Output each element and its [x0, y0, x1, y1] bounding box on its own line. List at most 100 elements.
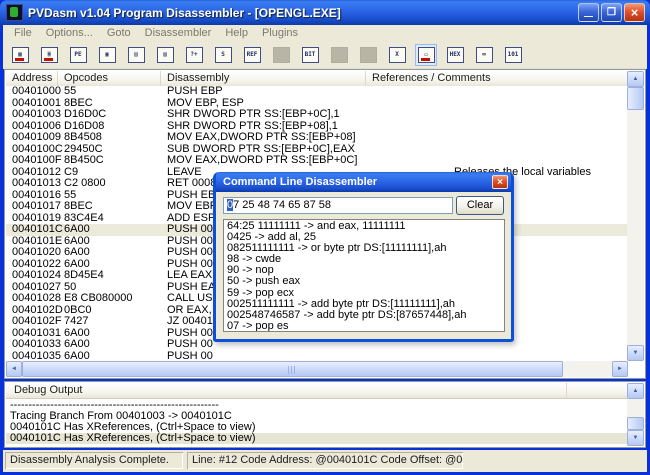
- calls-table-icon[interactable]: ▥: [154, 44, 176, 66]
- system-info-icon[interactable]: ▣: [96, 44, 118, 66]
- debug-scroll-down-icon[interactable]: ▼: [627, 430, 644, 446]
- pe-header-icon[interactable]: PE: [67, 44, 89, 66]
- disabled-tool-icon-2-glyph: [331, 47, 348, 63]
- asm-disassembly: PUSH EBP: [167, 86, 223, 98]
- asm-opcodes: 8BEC: [64, 201, 167, 213]
- listview-header: AddressOpcodesDisassemblyReferences / Co…: [6, 71, 627, 87]
- scroll-up-icon[interactable]: ▲: [627, 71, 644, 87]
- hscrollbar-thumb[interactable]: [22, 361, 563, 377]
- asm-opcodes: 6A00: [64, 339, 167, 351]
- asm-address: 00401000: [12, 86, 64, 98]
- cmd-output-line[interactable]: 50 -> push eax: [224, 276, 504, 287]
- asm-address: 00401013: [12, 178, 64, 190]
- hex-converter-icon[interactable]: HEX: [444, 44, 466, 66]
- toolbar: ▦ ≣ PE ▣ ▤ ▥ ?+ S REF BIT X ▭ HEX ∞ 101: [3, 41, 647, 69]
- calls-table-icon-glyph: ▥: [157, 47, 174, 63]
- debug-output-lines: ----------------------------------------…: [6, 400, 627, 446]
- thumb-grip: [288, 366, 297, 374]
- menu-item-plugins[interactable]: Plugins: [255, 27, 305, 39]
- asm-opcodes: 8B450C: [64, 155, 167, 167]
- disabled-tool-icon-3: [357, 44, 379, 66]
- disabled-tool-icon-1: [270, 44, 292, 66]
- asm-opcodes: 6A00: [64, 351, 167, 362]
- cmd-output-line[interactable]: 07 -> pop es: [224, 321, 504, 332]
- references-icon-glyph: REF: [244, 47, 261, 63]
- close-button[interactable]: ×: [624, 3, 645, 22]
- disassemble-icon[interactable]: ▦: [9, 44, 31, 66]
- app-window: PVDasm v1.04 Program Disassembler - [OPE…: [0, 0, 650, 475]
- asm-row[interactable]: 00401003D16D0CSHR DWORD PTR SS:[EBP+0C],…: [6, 109, 627, 121]
- scroll-down-icon[interactable]: ▼: [627, 345, 644, 361]
- references-icon[interactable]: REF: [241, 44, 263, 66]
- asm-opcodes: 8D45E4: [64, 270, 167, 282]
- calculator-icon[interactable]: 101: [502, 44, 524, 66]
- dialog-close-icon: ×: [497, 177, 503, 188]
- column-header-3[interactable]: References / Comments: [366, 71, 627, 86]
- asm-address: 00401033: [12, 339, 64, 351]
- title-bar[interactable]: PVDasm v1.04 Program Disassembler - [OPE…: [0, 0, 650, 25]
- asm-disassembly: PUSH 00: [167, 247, 213, 259]
- menu-item-help[interactable]: Help: [218, 27, 255, 39]
- asm-opcodes: 6A00: [64, 247, 167, 259]
- jumps-table-icon[interactable]: ▤: [125, 44, 147, 66]
- scrollbar-thumb[interactable]: [627, 87, 644, 110]
- disabled-tool-icon-3-glyph: [360, 47, 377, 63]
- scan-code-icon-glyph: ?+: [186, 47, 203, 63]
- xref-viewer-icon[interactable]: X: [386, 44, 408, 66]
- debug-scrollbar-thumb[interactable]: [627, 417, 644, 430]
- asm-row[interactable]: 0040100055PUSH EBP: [6, 86, 627, 98]
- column-header-1[interactable]: Opcodes: [58, 71, 161, 86]
- status-bar: Disassembly Analysis Complete. Line: #12…: [3, 450, 647, 472]
- close-icon: ×: [631, 6, 639, 19]
- asm-opcodes: E8 CB080000: [64, 293, 167, 305]
- menu-item-file[interactable]: File: [7, 27, 39, 39]
- scroll-right-icon[interactable]: ►: [612, 361, 628, 377]
- command-line-disassembler-icon[interactable]: ▭: [415, 44, 437, 66]
- asm-address: 0040102F: [12, 316, 64, 328]
- menu-item-options[interactable]: Options...: [39, 27, 100, 39]
- dialog-close-button[interactable]: ×: [492, 175, 508, 189]
- calculator-icon-glyph: 101: [505, 47, 522, 63]
- debug-line[interactable]: 0040101C Has XReferences, (Ctrl+Space to…: [6, 433, 627, 444]
- opcode-input[interactable]: 07 25 48 74 65 87 58: [223, 197, 453, 214]
- strings-window-icon[interactable]: S: [212, 44, 234, 66]
- debug-vertical-scrollbar[interactable]: ▲ ▼: [627, 383, 644, 446]
- search-icon[interactable]: ∞: [473, 44, 495, 66]
- command-line-disassembler-dialog: Command Line Disassembler × 07 25 48 74 …: [213, 172, 514, 342]
- disabled-tool-icon-2: [328, 44, 350, 66]
- maximize-button[interactable]: ❐: [601, 3, 622, 22]
- hex-editor-icon[interactable]: ≣: [38, 44, 60, 66]
- debug-scroll-up-icon[interactable]: ▲: [627, 383, 644, 399]
- menu-item-disassembler[interactable]: Disassembler: [138, 27, 219, 39]
- horizontal-scrollbar[interactable]: ◄ ►: [6, 361, 628, 377]
- search-icon-glyph: ∞: [476, 47, 493, 63]
- disassembly-output-list[interactable]: 64:25 11111111 -> and eax, 111111110425 …: [223, 219, 505, 332]
- clear-button[interactable]: Clear: [456, 196, 504, 215]
- dialog-body: 07 25 48 74 65 87 58 Clear 64:25 1111111…: [216, 192, 511, 339]
- column-header-0[interactable]: Address: [6, 71, 58, 86]
- scroll-left-icon[interactable]: ◄: [6, 361, 22, 377]
- vertical-scrollbar[interactable]: ▲ ▼: [627, 71, 644, 361]
- column-header-2[interactable]: Disassembly: [161, 71, 366, 86]
- disabled-tool-icon-1-glyph: [273, 47, 290, 63]
- asm-opcodes: 7427: [64, 316, 167, 328]
- dialog-title-bar[interactable]: Command Line Disassembler ×: [216, 172, 511, 192]
- asm-opcodes: 6A00: [64, 224, 167, 236]
- window-border-left: [0, 25, 3, 475]
- maximize-icon: ❐: [607, 8, 616, 18]
- asm-opcodes: D16D0C: [64, 109, 167, 121]
- bit-viewer-icon[interactable]: BIT: [299, 44, 321, 66]
- cmd-output-line[interactable]: 59 -> pop ecx: [224, 288, 504, 299]
- asm-address: 00401009: [12, 132, 64, 144]
- minimize-button[interactable]: —: [578, 3, 599, 22]
- input-selection: 0: [227, 199, 233, 211]
- asm-row[interactable]: 0040100F8B450CMOV EAX,DWORD PTR SS:[EBP+…: [6, 155, 627, 167]
- asm-opcodes: C2 0800: [64, 178, 167, 190]
- scan-code-icon[interactable]: ?+: [183, 44, 205, 66]
- asm-row[interactable]: 004010098B4508MOV EAX,DWORD PTR SS:[EBP+…: [6, 132, 627, 144]
- disassemble-icon-glyph: ▦: [12, 47, 29, 63]
- asm-address: 00401017: [12, 201, 64, 213]
- asm-address: 00401003: [12, 109, 64, 121]
- asm-row[interactable]: 004010356A00PUSH 00: [6, 351, 627, 362]
- menu-item-goto[interactable]: Goto: [100, 27, 138, 39]
